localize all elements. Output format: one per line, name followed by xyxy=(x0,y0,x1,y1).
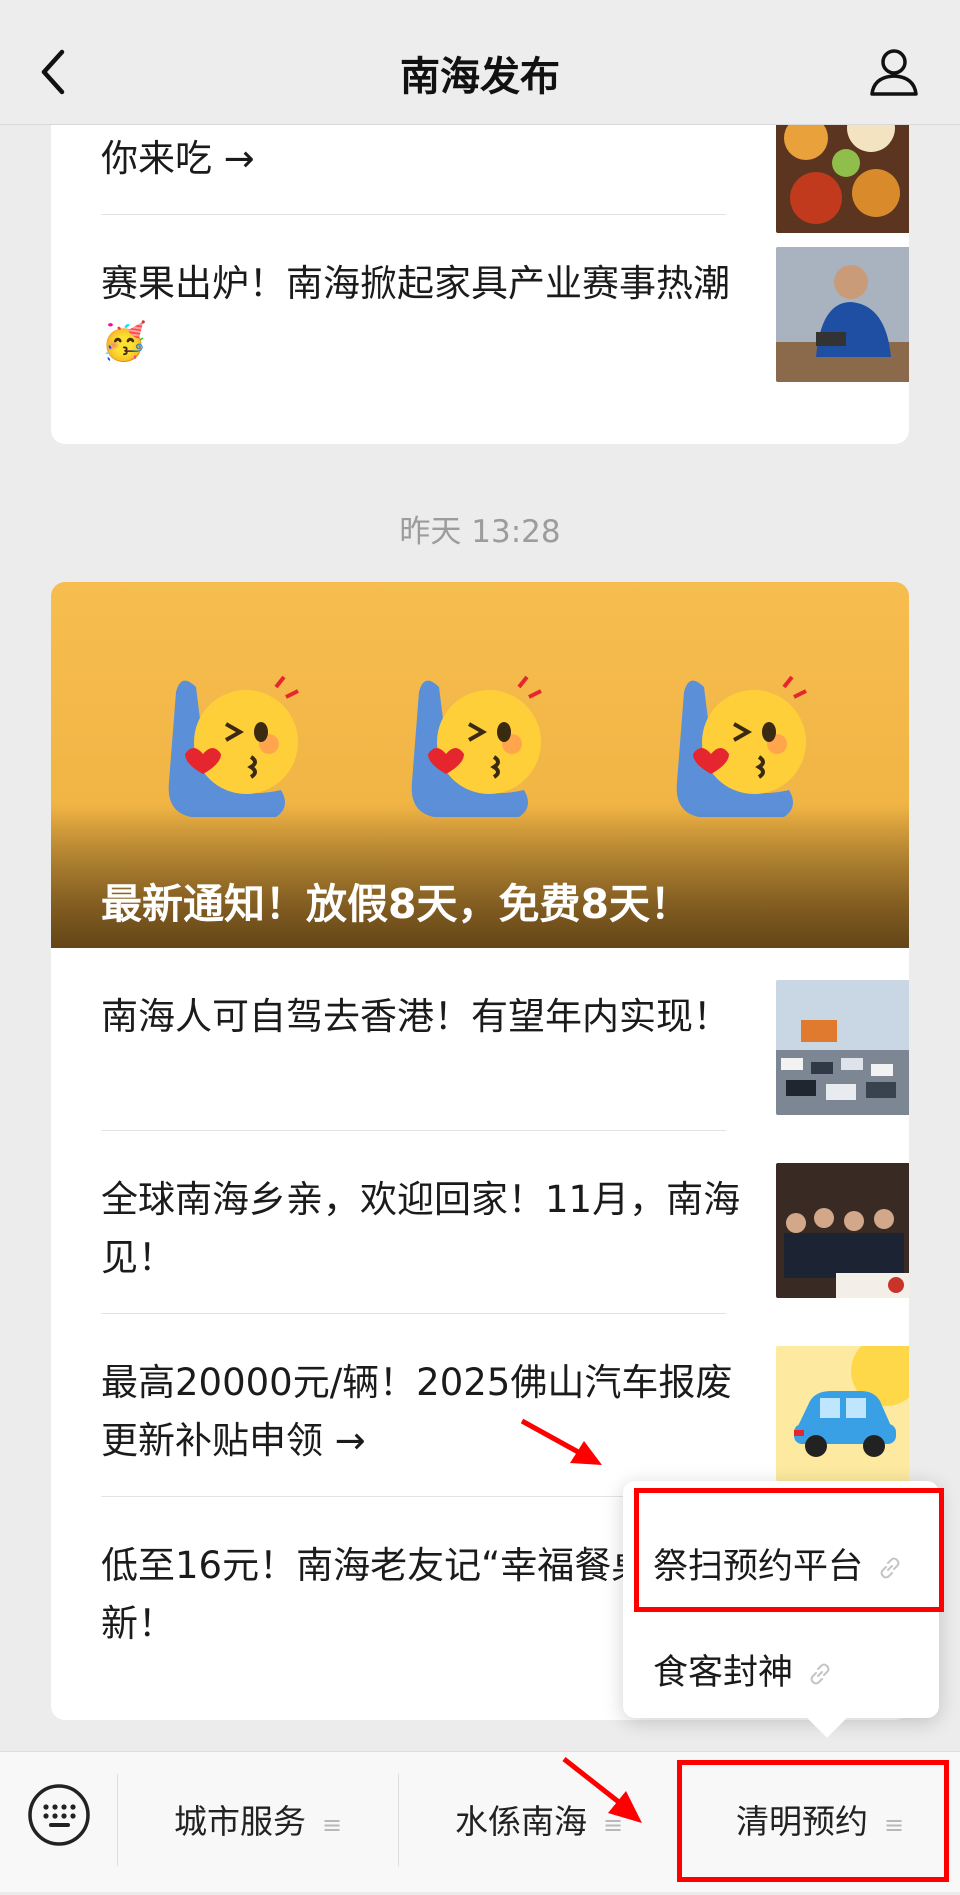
submenu-item-label: 食客封神 xyxy=(653,1653,794,1693)
link-icon xyxy=(810,1663,830,1685)
blowing-kiss-emoji-icon xyxy=(168,675,299,817)
group-photo-thumbnail xyxy=(776,1163,909,1298)
article-title[interactable]: 最高20000元/辆！2025佛山汽车报废更新补贴申领 → xyxy=(101,1354,741,1470)
highlight-box-submenu xyxy=(634,1488,944,1612)
banner-title[interactable]: 最新通知！放假8天，免费8天！ xyxy=(101,870,691,930)
article-item[interactable]: 南海人可自驾去香港！有望年内实现！ xyxy=(101,948,909,1131)
craftsman-thumbnail xyxy=(776,247,909,382)
keyboard-icon[interactable] xyxy=(26,1782,92,1848)
menu-city-services[interactable]: 城市服务 ≡ xyxy=(118,1752,398,1892)
blowing-kiss-emoji-icon xyxy=(411,675,542,817)
highlight-box-menu xyxy=(677,1760,949,1882)
article-title[interactable]: 全球南海乡亲，欢迎回家！11月，南海见！ xyxy=(101,1171,741,1287)
article-title[interactable]: 南海人可自驾去香港！有望年内实现！ xyxy=(101,988,741,1046)
header-bar: 南海发布 xyxy=(0,0,960,125)
popup-caret xyxy=(807,1698,847,1738)
blowing-kiss-emoji-icon xyxy=(676,675,807,817)
page-title: 南海发布 xyxy=(400,54,560,100)
article-item[interactable]: 赛果出炉！南海掀起家具产业赛事热潮🥳 xyxy=(101,215,909,398)
user-profile-icon[interactable] xyxy=(866,44,922,100)
annotation-arrow-icon xyxy=(520,1418,602,1465)
banner-article[interactable]: 最新通知！放假8天，免费8天！ xyxy=(51,582,909,948)
message-timestamp: 昨天 13:28 xyxy=(399,514,561,550)
traffic-thumbnail xyxy=(776,980,909,1115)
car-thumbnail xyxy=(776,1346,909,1481)
menu-lines-icon: ≡ xyxy=(321,1811,343,1839)
article-item[interactable]: 全球南海乡亲，欢迎回家！11月，南海见！ xyxy=(101,1131,909,1314)
menu-label: 城市服务 xyxy=(173,1802,306,1841)
submenu-item-food-critic[interactable]: 食客封神 xyxy=(653,1644,833,1695)
article-title[interactable]: 赛果出炉！南海掀起家具产业赛事热潮🥳 xyxy=(101,255,741,371)
article-item[interactable]: 最高20000元/辆！2025佛山汽车报废更新补贴申领 → xyxy=(101,1314,909,1497)
annotation-arrow-icon xyxy=(562,1757,642,1823)
